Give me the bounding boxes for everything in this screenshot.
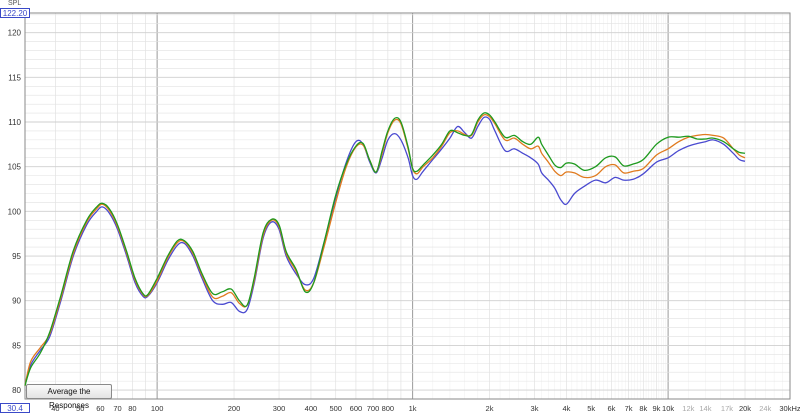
y-tick-label: 110 bbox=[8, 118, 21, 127]
x-tick-label: 80 bbox=[128, 404, 136, 413]
x-tick-label: 5k bbox=[587, 404, 595, 413]
x-tick-label: 9k bbox=[652, 404, 660, 413]
x-tick-label: 30kHz bbox=[779, 404, 800, 413]
x-tick-label: 17k bbox=[721, 404, 733, 413]
x-tick-label: 7k bbox=[625, 404, 633, 413]
y-tick-label: 95 bbox=[12, 252, 21, 261]
x-tick-label: 500 bbox=[329, 404, 342, 413]
x-tick-label: 800 bbox=[382, 404, 395, 413]
x-tick-label: 300 bbox=[273, 404, 286, 413]
x-tick-label: 8k bbox=[639, 404, 647, 413]
x-tick-label: 600 bbox=[350, 404, 363, 413]
x-tick-label: 14k bbox=[699, 404, 711, 413]
y-axis-unit: SPL bbox=[8, 0, 22, 7]
x-tick-label: 60 bbox=[96, 404, 104, 413]
y-top-value-box[interactable]: 122.20 bbox=[0, 8, 30, 18]
y-tick-label: 85 bbox=[12, 341, 21, 350]
x-tick-label: 1k bbox=[409, 404, 417, 413]
x-tick-label: 24k bbox=[759, 404, 771, 413]
y-tick-label: 90 bbox=[12, 297, 21, 306]
x-tick-label: 200 bbox=[228, 404, 241, 413]
x-tick-label: 400 bbox=[305, 404, 318, 413]
x-tick-label: 10k bbox=[662, 404, 674, 413]
x-tick-label: 700 bbox=[367, 404, 380, 413]
y-tick-label: 115 bbox=[8, 73, 21, 82]
y-tick-label: 105 bbox=[8, 163, 22, 172]
y-tick-label: 100 bbox=[8, 207, 22, 216]
x-tick-label: 3k bbox=[531, 404, 539, 413]
y-tick-label: 120 bbox=[8, 29, 22, 38]
y-tick-label: 80 bbox=[12, 386, 21, 395]
x-tick-label: 4k bbox=[562, 404, 570, 413]
x-tick-label: 20k bbox=[739, 404, 751, 413]
x-tick-label: 2k bbox=[486, 404, 494, 413]
x-tick-label: 100 bbox=[151, 404, 164, 413]
x-tick-label: 12k bbox=[682, 404, 694, 413]
x-tick-label: 70 bbox=[113, 404, 121, 413]
frequency-response-plot[interactable]: 12011511010510095908580 4050607080100200… bbox=[0, 0, 800, 415]
average-responses-button[interactable]: Average the Responses bbox=[26, 384, 112, 410]
x-tick-label: 6k bbox=[607, 404, 615, 413]
plot-background bbox=[0, 0, 800, 415]
x-start-value-box[interactable]: 30.4 bbox=[0, 403, 30, 413]
